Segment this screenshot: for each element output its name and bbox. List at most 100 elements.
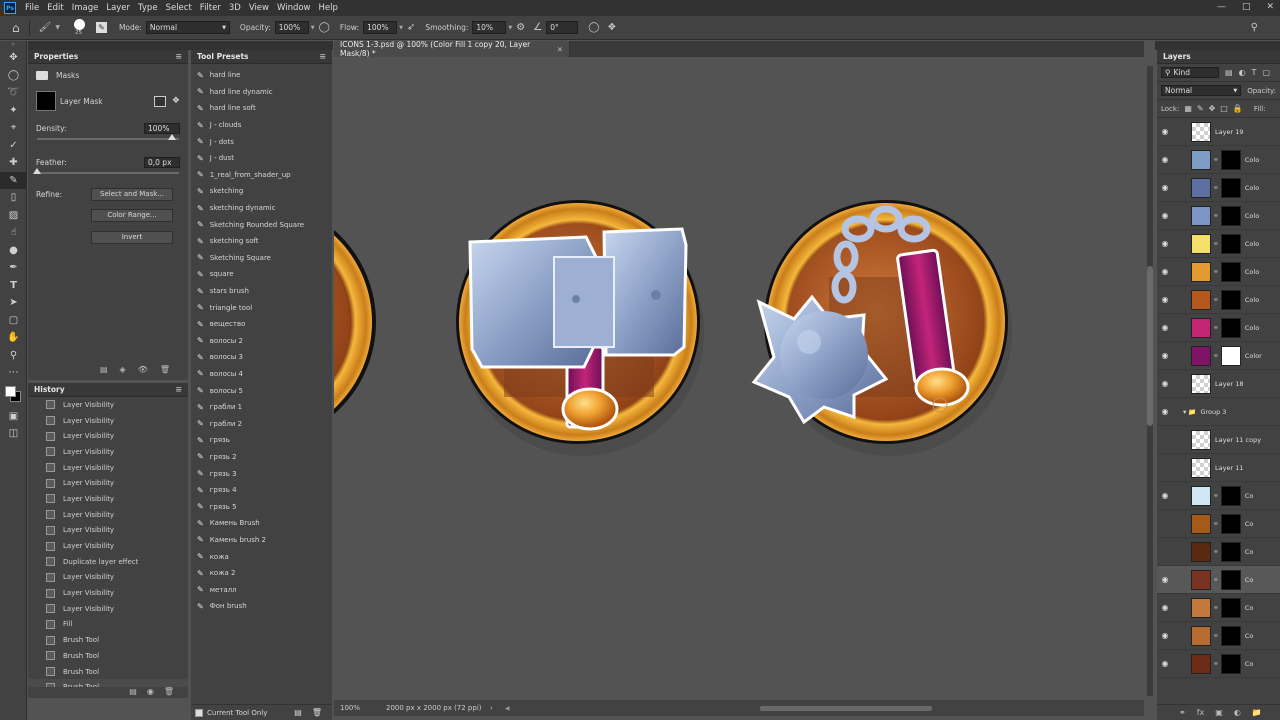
menu-3d[interactable]: 3D xyxy=(225,3,245,13)
history-item[interactable]: Fill xyxy=(28,617,188,633)
tool-preset-item[interactable]: ✎ stars brush xyxy=(191,283,332,300)
brush-size-preview[interactable]: 25 xyxy=(66,17,92,39)
link-icon[interactable]: ⚭ xyxy=(1213,212,1219,220)
quick-mask-icon[interactable]: ▣ xyxy=(0,408,27,426)
layer-mask-thumbnail[interactable] xyxy=(1220,261,1241,282)
gradient-tool-icon[interactable]: ▨ xyxy=(0,207,27,225)
tool-preset-item[interactable]: ✎ грабли 2 xyxy=(191,415,332,432)
tool-preset-item[interactable]: ✎ sketching xyxy=(191,183,332,200)
tool-preset-item[interactable]: ✎ волосы 2 xyxy=(191,333,332,350)
maximize-icon[interactable]: □ xyxy=(1242,2,1251,12)
history-item[interactable]: Layer Visibility xyxy=(28,428,188,444)
zoom-tool-icon[interactable]: ⚲ xyxy=(0,347,27,365)
trash-icon[interactable]: 🗑 xyxy=(164,687,174,696)
eraser-icon[interactable]: ▯ xyxy=(0,189,27,207)
layer-mask-thumbnail[interactable] xyxy=(1220,625,1241,646)
color-range-button[interactable]: Color Range... xyxy=(91,208,173,222)
move-tool-icon[interactable]: ✥ xyxy=(0,49,27,67)
camera-icon[interactable]: ◉ xyxy=(147,687,154,696)
visibility-eye-icon[interactable]: ◉ xyxy=(1157,659,1173,668)
status-menu-icon[interactable]: › xyxy=(490,704,493,712)
visibility-eye-icon[interactable]: ◉ xyxy=(1157,183,1173,192)
tool-preset-item[interactable]: ✎ грязь xyxy=(191,432,332,449)
new-document-icon[interactable]: ▤ xyxy=(129,687,137,696)
airbrush-icon[interactable]: ➶ xyxy=(407,22,415,33)
layer-row[interactable]: ◉ ⚭ Colo xyxy=(1157,258,1280,286)
layer-thumbnail[interactable] xyxy=(1191,345,1211,366)
layer-mask-thumbnail[interactable] xyxy=(1220,513,1241,534)
lasso-tool-icon[interactable]: ➰ xyxy=(0,84,27,102)
layer-mask-thumbnail[interactable] xyxy=(1220,597,1241,618)
feather-slider[interactable] xyxy=(33,168,179,174)
tool-preset-item[interactable]: ✎ Фон brush xyxy=(191,598,332,615)
panel-menu-icon[interactable]: ≡ xyxy=(175,385,182,394)
tool-preset-item[interactable]: ✎ J - dots xyxy=(191,133,332,150)
minimize-icon[interactable]: — xyxy=(1217,2,1226,12)
tool-preset-item[interactable]: ✎ грабли 1 xyxy=(191,399,332,416)
blend-mode-select[interactable]: Normal ▼ xyxy=(1161,85,1242,96)
link-icon[interactable]: ⚭ xyxy=(1213,184,1219,192)
screen-mode-icon[interactable]: ◫ xyxy=(0,425,27,443)
new-group-icon[interactable]: 📁 xyxy=(1252,708,1262,717)
load-selection-icon[interactable]: ▤ xyxy=(100,365,108,374)
tool-preset-item[interactable]: ✎ hard line soft xyxy=(191,100,332,117)
layer-thumbnail[interactable] xyxy=(1191,289,1211,310)
adjustment-filter-icon[interactable]: ◐ xyxy=(1239,68,1246,77)
add-mask-icon[interactable]: ▣ xyxy=(1215,708,1223,717)
vertical-scrollbar[interactable] xyxy=(1147,66,1153,696)
tool-preset-item[interactable]: ✎ грязь 5 xyxy=(191,498,332,515)
tool-preset-item[interactable]: ✎ triangle tool xyxy=(191,299,332,316)
chevron-down-icon[interactable]: ▼ xyxy=(55,24,60,31)
layer-thumbnail[interactable] xyxy=(1191,373,1211,394)
pen-tool-icon[interactable]: ✒ xyxy=(0,259,27,277)
tool-preset-item[interactable]: ✎ вещество xyxy=(191,316,332,333)
more-tools-icon[interactable]: ⋯ xyxy=(0,364,27,382)
tool-preset-item[interactable]: ✎ J - clouds xyxy=(191,117,332,134)
visibility-eye-icon[interactable]: ◉ xyxy=(1157,295,1173,304)
layer-kind-filter[interactable]: ⚲ Kind xyxy=(1161,67,1219,78)
layer-row[interactable]: ⚭ Co xyxy=(1157,538,1280,566)
layer-row[interactable]: ◉ Layer 19 xyxy=(1157,118,1280,146)
lock-all-icon[interactable]: 🔒 xyxy=(1233,104,1243,113)
link-icon[interactable]: ⚭ xyxy=(1213,324,1219,332)
history-item[interactable]: Brush Tool xyxy=(28,664,188,680)
pixel-mask-icon[interactable] xyxy=(153,95,166,107)
link-icon[interactable]: ⚭ xyxy=(1213,352,1219,360)
layer-thumbnail[interactable] xyxy=(1191,513,1211,534)
link-icon[interactable]: ⚭ xyxy=(1213,492,1219,500)
new-preset-icon[interactable]: ▤ xyxy=(294,708,302,717)
folder-icon[interactable]: ▾ 📁 xyxy=(1183,408,1196,416)
eyedropper-icon[interactable]: ✓ xyxy=(0,137,27,155)
layer-row[interactable]: ◉ ⚭ Co xyxy=(1157,566,1280,594)
shape-filter-icon[interactable]: ▢ xyxy=(1262,68,1270,77)
tool-preset-item[interactable]: ✎ hard line xyxy=(191,67,332,84)
visibility-eye-icon[interactable]: ◉ xyxy=(1157,575,1173,584)
layer-mask-thumbnail[interactable] xyxy=(1220,317,1241,338)
apply-mask-icon[interactable]: ◈ xyxy=(120,365,126,374)
type-filter-icon[interactable]: T xyxy=(1252,68,1257,77)
visibility-eye-icon[interactable]: ◉ xyxy=(1157,603,1173,612)
collapse-icon[interactable]: » xyxy=(0,41,26,49)
scroll-left-icon[interactable]: ◀ xyxy=(505,705,510,712)
feather-slider-thumb[interactable] xyxy=(33,168,41,174)
history-item[interactable]: Layer Visibility xyxy=(28,475,188,491)
tool-preset-item[interactable]: ✎ Sketching Rounded Square xyxy=(191,216,332,233)
layer-mask-thumbnail[interactable] xyxy=(1220,177,1241,198)
layer-mask-thumbnail[interactable] xyxy=(1220,485,1241,506)
visibility-eye-icon[interactable]: ◉ xyxy=(1157,323,1173,332)
layer-thumbnail[interactable] xyxy=(1191,177,1211,198)
angle-field[interactable]: 0° xyxy=(546,21,579,34)
pressure-opacity-icon[interactable]: ◯ xyxy=(319,22,330,33)
scrollbar-thumb[interactable] xyxy=(1147,266,1153,426)
tool-preset-item[interactable]: ✎ металл xyxy=(191,581,332,598)
visibility-eye-icon[interactable]: ◉ xyxy=(1157,407,1173,416)
menu-file[interactable]: File xyxy=(21,3,43,13)
menu-filter[interactable]: Filter xyxy=(196,3,225,13)
layer-thumbnail[interactable] xyxy=(1191,149,1211,170)
menu-view[interactable]: View xyxy=(245,3,273,13)
link-icon[interactable]: ⚭ xyxy=(1213,296,1219,304)
crop-tool-icon[interactable]: ⌖ xyxy=(0,119,27,137)
layer-thumbnail[interactable] xyxy=(1191,597,1211,618)
density-field[interactable]: 100% xyxy=(144,122,180,134)
tool-preset-item[interactable]: ✎ волосы 4 xyxy=(191,366,332,383)
